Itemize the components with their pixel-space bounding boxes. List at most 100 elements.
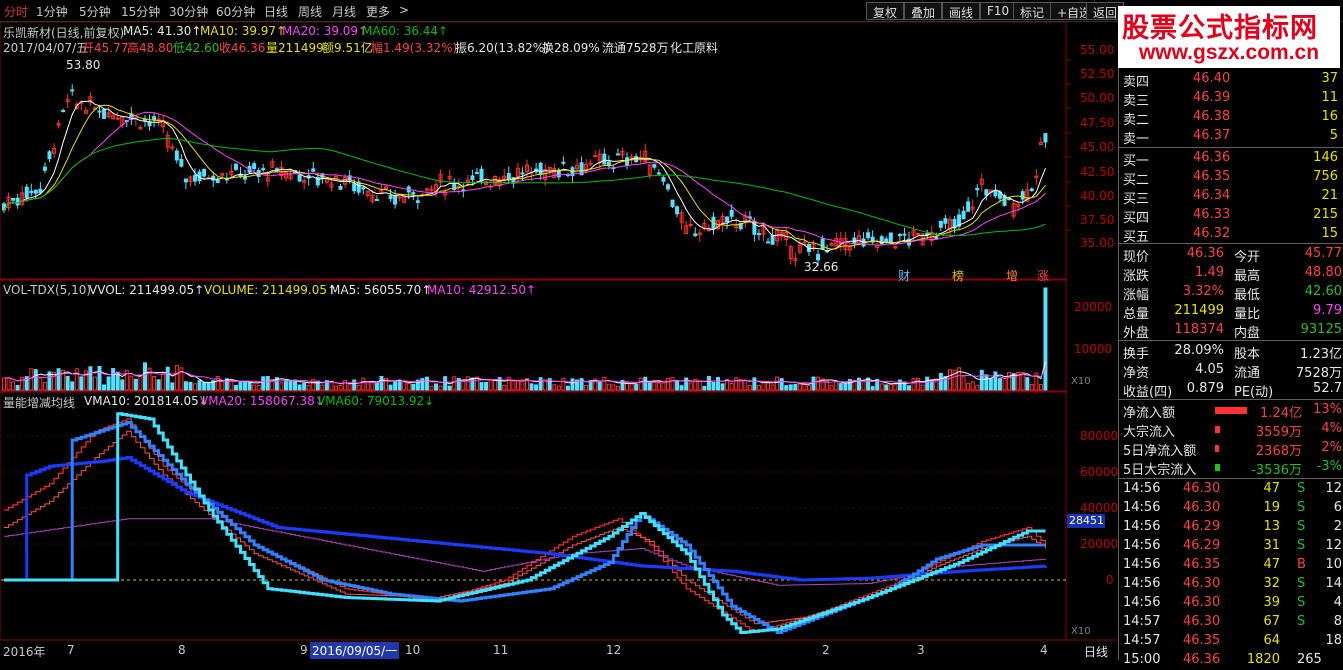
candle-body: [961, 210, 966, 220]
candle-body: [193, 174, 198, 182]
volume-bar: [133, 378, 138, 391]
tab-fenshi[interactable]: 分时: [4, 3, 28, 20]
volume-bar: [88, 366, 93, 391]
tab-15min[interactable]: 15分钟: [121, 3, 160, 20]
price-tick: 45.00: [1080, 140, 1115, 154]
volume-bar: [761, 382, 766, 391]
trade-time: 14:57: [1123, 614, 1161, 629]
stat-label: 最低: [1234, 288, 1261, 303]
bid-row: 买三 46.34 21: [1119, 187, 1343, 207]
flow-pct: 4%: [1321, 421, 1342, 436]
volume-bar: [706, 375, 711, 391]
tab-more[interactable]: 更多: [366, 3, 390, 20]
volume-bar: [343, 379, 348, 391]
volume-bar: [515, 380, 520, 391]
candle-body: [520, 172, 525, 175]
badge-limit-up[interactable]: 涨: [1037, 267, 1049, 284]
high-price-label: 53.80: [66, 58, 101, 72]
volume-panel-title: VOL-TDX(5,10): [3, 283, 92, 297]
vma10-legend: VMA10: 201814.05↓: [84, 394, 209, 408]
candle-body: [179, 158, 184, 167]
volume-bar: [529, 383, 534, 391]
tab-monthly[interactable]: 月线: [332, 3, 356, 20]
bid-price: 46.33: [1193, 207, 1231, 222]
volume-bar: [106, 376, 111, 391]
volume-bar: [247, 381, 252, 391]
quote-panel: 卖五46.4113卖四46.4037卖三46.3911卖二46.3816卖一46…: [1118, 22, 1343, 667]
volume-bar: [665, 378, 670, 391]
candle-body: [393, 195, 398, 205]
badge-finance[interactable]: 财: [898, 267, 910, 284]
volume-bar: [729, 382, 734, 391]
candle-body: [252, 163, 257, 169]
tab-daily[interactable]: 日线: [264, 3, 288, 20]
trade-count: 6: [1333, 500, 1342, 515]
volume-bar: [11, 381, 16, 391]
info-close: 收46.36: [219, 41, 266, 55]
candle-body: [61, 110, 66, 113]
tab-weekly[interactable]: 周线: [298, 3, 322, 20]
ma20-legend: MA20: 39.09↑: [282, 24, 369, 38]
tab-60min[interactable]: 60分钟: [216, 3, 255, 20]
trade-price: 46.35: [1183, 633, 1221, 648]
mark-button[interactable]: 标记: [1013, 2, 1052, 20]
cursor-date: 2016/09/05/一: [310, 642, 400, 659]
fuquan-button[interactable]: 复权: [866, 2, 905, 20]
volume-bar: [838, 383, 843, 391]
candle-body: [652, 164, 657, 168]
info-high: 高48.80: [127, 41, 174, 55]
volume-bar: [388, 384, 393, 391]
period-label[interactable]: 日线: [1084, 643, 1108, 660]
volume-bar: [1002, 378, 1007, 391]
candle-body: [670, 199, 675, 207]
volume-bar: [379, 375, 384, 391]
indicator-tick: 80000: [1080, 429, 1119, 443]
tab-1min[interactable]: 1分钟: [36, 3, 68, 20]
trade-direction: S: [1297, 576, 1306, 591]
info-amount: 额9.51亿: [322, 41, 373, 55]
chart-area[interactable]: 乐凯新材(日线,前复权) MA5: 41.30↑ MA10: 39.97↑ MA…: [0, 22, 1118, 660]
candle-body: [70, 89, 75, 92]
trade-volume: 64: [1263, 633, 1280, 648]
tab-30min[interactable]: 30分钟: [169, 3, 208, 20]
badge-increase[interactable]: 增: [1006, 267, 1018, 284]
volume-bar: [233, 384, 238, 391]
volume-bar: [283, 379, 288, 391]
stat-value: 1.49: [1195, 265, 1224, 280]
volume-bar: [993, 371, 998, 391]
trade-time: 14:56: [1123, 595, 1161, 610]
volume-bar: [1043, 287, 1048, 391]
trade-row: 14:56 46.29 31 S 12: [1119, 537, 1343, 556]
flow-value: 1.24亿: [1260, 406, 1302, 421]
volume-bar: [1025, 377, 1030, 391]
site-logo: 股票公式指标网 www.gszx.com.cn: [1118, 6, 1340, 68]
badge-list[interactable]: 榜: [952, 267, 964, 284]
candle-body: [174, 150, 179, 161]
volume-bar: [711, 381, 716, 391]
chevron-right-icon[interactable]: >: [399, 3, 409, 17]
x-axis-label: 3: [917, 643, 925, 657]
flow-bar: [1215, 407, 1247, 414]
stat-label: 流通: [1234, 366, 1261, 381]
volume-bar: [702, 385, 707, 391]
ask-price: 46.40: [1193, 71, 1231, 86]
volume-bar: [429, 385, 434, 391]
stat-value: 52.7: [1313, 381, 1342, 396]
volume-bar: [220, 380, 225, 391]
candle-body: [183, 178, 188, 183]
candle-body: [984, 189, 989, 196]
trade-row: 14:56 46.30 47 S 12: [1119, 480, 1343, 499]
volume-bar: [606, 383, 611, 391]
flow-row: 5日大宗流入 -3536万 -3%: [1119, 458, 1343, 478]
stock-chart[interactable]: [0, 22, 1118, 660]
volume-bar: [611, 384, 616, 391]
trade-volume: 67: [1263, 614, 1280, 629]
stat-value: 48.80: [1304, 265, 1342, 280]
draw-line-button[interactable]: 画线: [942, 2, 981, 20]
candle-body: [729, 209, 734, 217]
tab-5min[interactable]: 5分钟: [79, 3, 111, 20]
volume-bar: [347, 384, 352, 391]
f10-button[interactable]: F10: [980, 2, 1017, 20]
overlay-button[interactable]: 叠加: [904, 2, 943, 20]
volume-bar: [766, 381, 771, 391]
